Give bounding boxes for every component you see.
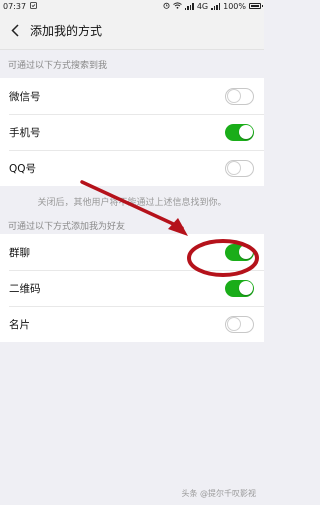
battery-percent: 100% xyxy=(223,1,246,11)
qq-toggle[interactable] xyxy=(225,159,254,177)
battery-icon xyxy=(249,3,263,9)
back-arrow-icon[interactable] xyxy=(8,22,22,40)
alarm-icon xyxy=(163,2,170,11)
setting-row-wechat-id[interactable]: 微信号 xyxy=(0,78,264,114)
setting-label: 群聊 xyxy=(9,246,30,259)
group-chat-toggle[interactable] xyxy=(225,243,254,261)
network-type: 4G xyxy=(196,1,209,11)
phone-toggle[interactable] xyxy=(225,123,254,141)
setting-label: 微信号 xyxy=(9,90,41,103)
status-bar: 07:37 4G 100% xyxy=(0,0,264,12)
setting-label: QQ号 xyxy=(9,162,37,175)
add-settings-group: 群聊 二维码 名片 xyxy=(0,234,264,342)
notification-icon xyxy=(30,1,37,11)
business-card-toggle[interactable] xyxy=(225,315,254,333)
watermark-text: 头条 @提尔千叹影视 xyxy=(181,489,256,498)
add-section-header: 可通过以下方式添加我为好友 xyxy=(8,221,126,232)
setting-label: 手机号 xyxy=(9,126,41,139)
nav-bar: 添加我的方式 xyxy=(0,12,264,50)
setting-row-group-chat[interactable]: 群聊 xyxy=(0,234,264,270)
setting-row-qr-code[interactable]: 二维码 xyxy=(0,270,264,306)
setting-row-qq[interactable]: QQ号 xyxy=(0,150,264,186)
status-time: 07:37 xyxy=(3,1,27,11)
wifi-icon xyxy=(173,1,182,11)
setting-row-phone[interactable]: 手机号 xyxy=(0,114,264,150)
watermark: 头条 @提尔千叹影视 xyxy=(181,488,256,499)
search-settings-group: 微信号 手机号 QQ号 xyxy=(0,78,264,186)
search-section-header: 可通过以下方式搜索到我 xyxy=(8,60,108,71)
qr-code-toggle[interactable] xyxy=(225,279,254,297)
page-title: 添加我的方式 xyxy=(30,24,103,38)
setting-label: 二维码 xyxy=(9,282,41,295)
wechat-id-toggle[interactable] xyxy=(225,87,254,105)
setting-row-business-card[interactable]: 名片 xyxy=(0,306,264,342)
search-footnote: 关闭后，其他用户将不能通过上述信息找到你。 xyxy=(37,197,227,208)
signal-icon-secondary xyxy=(211,2,221,10)
signal-icon xyxy=(184,2,194,10)
setting-label: 名片 xyxy=(9,318,30,331)
